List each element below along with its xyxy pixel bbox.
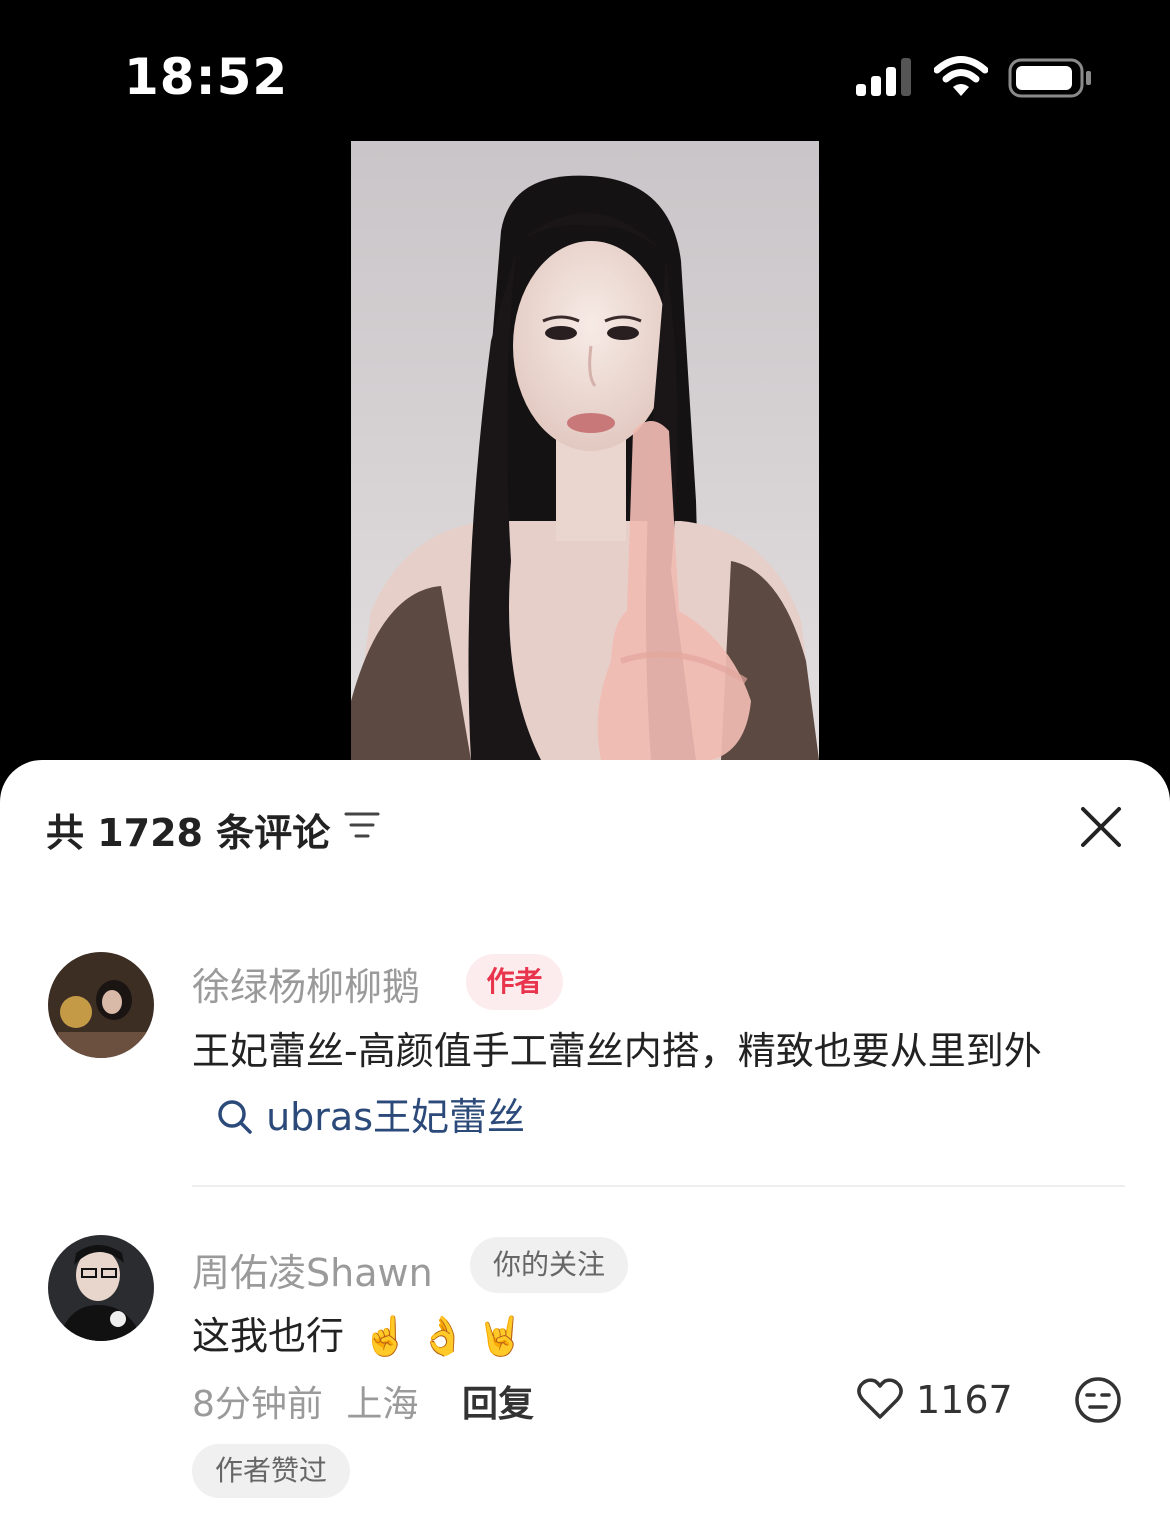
author-liked-badge: 作者赞过 <box>192 1444 350 1498</box>
status-bar: 18:52 <box>0 0 1170 140</box>
comment-location: 上海 <box>346 1384 419 1425</box>
comment-time: 8分钟前 <box>192 1384 323 1425</box>
battery-icon <box>1008 58 1091 98</box>
comment-body: 这我也行 <box>192 1314 345 1358</box>
comment-count-title: 共 1728 条评论 <box>46 811 331 855</box>
video-player[interactable] <box>351 141 819 760</box>
following-tag: 你的关注 <box>470 1237 628 1293</box>
comment-username[interactable]: 周佑凌Shawn <box>192 1242 433 1297</box>
comment-emojis: ☝️👌🤘 <box>362 1314 535 1358</box>
comment-text: 这我也行 ☝️👌🤘 <box>192 1303 534 1369</box>
video-frame <box>351 141 819 760</box>
close-icon[interactable] <box>1080 806 1122 848</box>
comment-username[interactable]: 徐绿杨柳柳鹅 <box>192 956 420 1011</box>
avatar[interactable] <box>48 952 154 1058</box>
reply-button[interactable]: 回复 <box>462 1375 534 1427</box>
avatar[interactable] <box>48 1235 154 1341</box>
author-tag: 作者 <box>466 954 563 1010</box>
sort-filter-icon[interactable] <box>344 810 380 840</box>
cellular-signal-icon <box>856 58 911 96</box>
comments-sheet: 共 1728 条评论 徐绿杨柳柳鹅 作者 王妃蕾丝-高颜值手工蕾丝内搭，精致也要… <box>0 760 1170 1532</box>
comment-text: 王妃蕾丝-高颜值手工蕾丝内搭，精致也要从里到外 ubras王妃蕾丝 <box>192 1018 1122 1150</box>
status-time: 18:52 <box>124 48 289 106</box>
comment-body: 王妃蕾丝-高颜值手工蕾丝内搭，精致也要从里到外 <box>192 1029 1042 1073</box>
search-link-text: ubras王妃蕾丝 <box>266 1095 526 1139</box>
wifi-icon <box>934 56 988 96</box>
comment-divider <box>192 1185 1125 1187</box>
search-link[interactable]: ubras王妃蕾丝 <box>192 1095 525 1139</box>
search-icon <box>218 1100 252 1134</box>
heart-icon[interactable] <box>856 1377 904 1421</box>
neutral-face-icon[interactable] <box>1074 1376 1122 1424</box>
comment-meta: 8分钟前 上海 <box>192 1375 418 1427</box>
like-count: 1167 <box>916 1378 1013 1422</box>
